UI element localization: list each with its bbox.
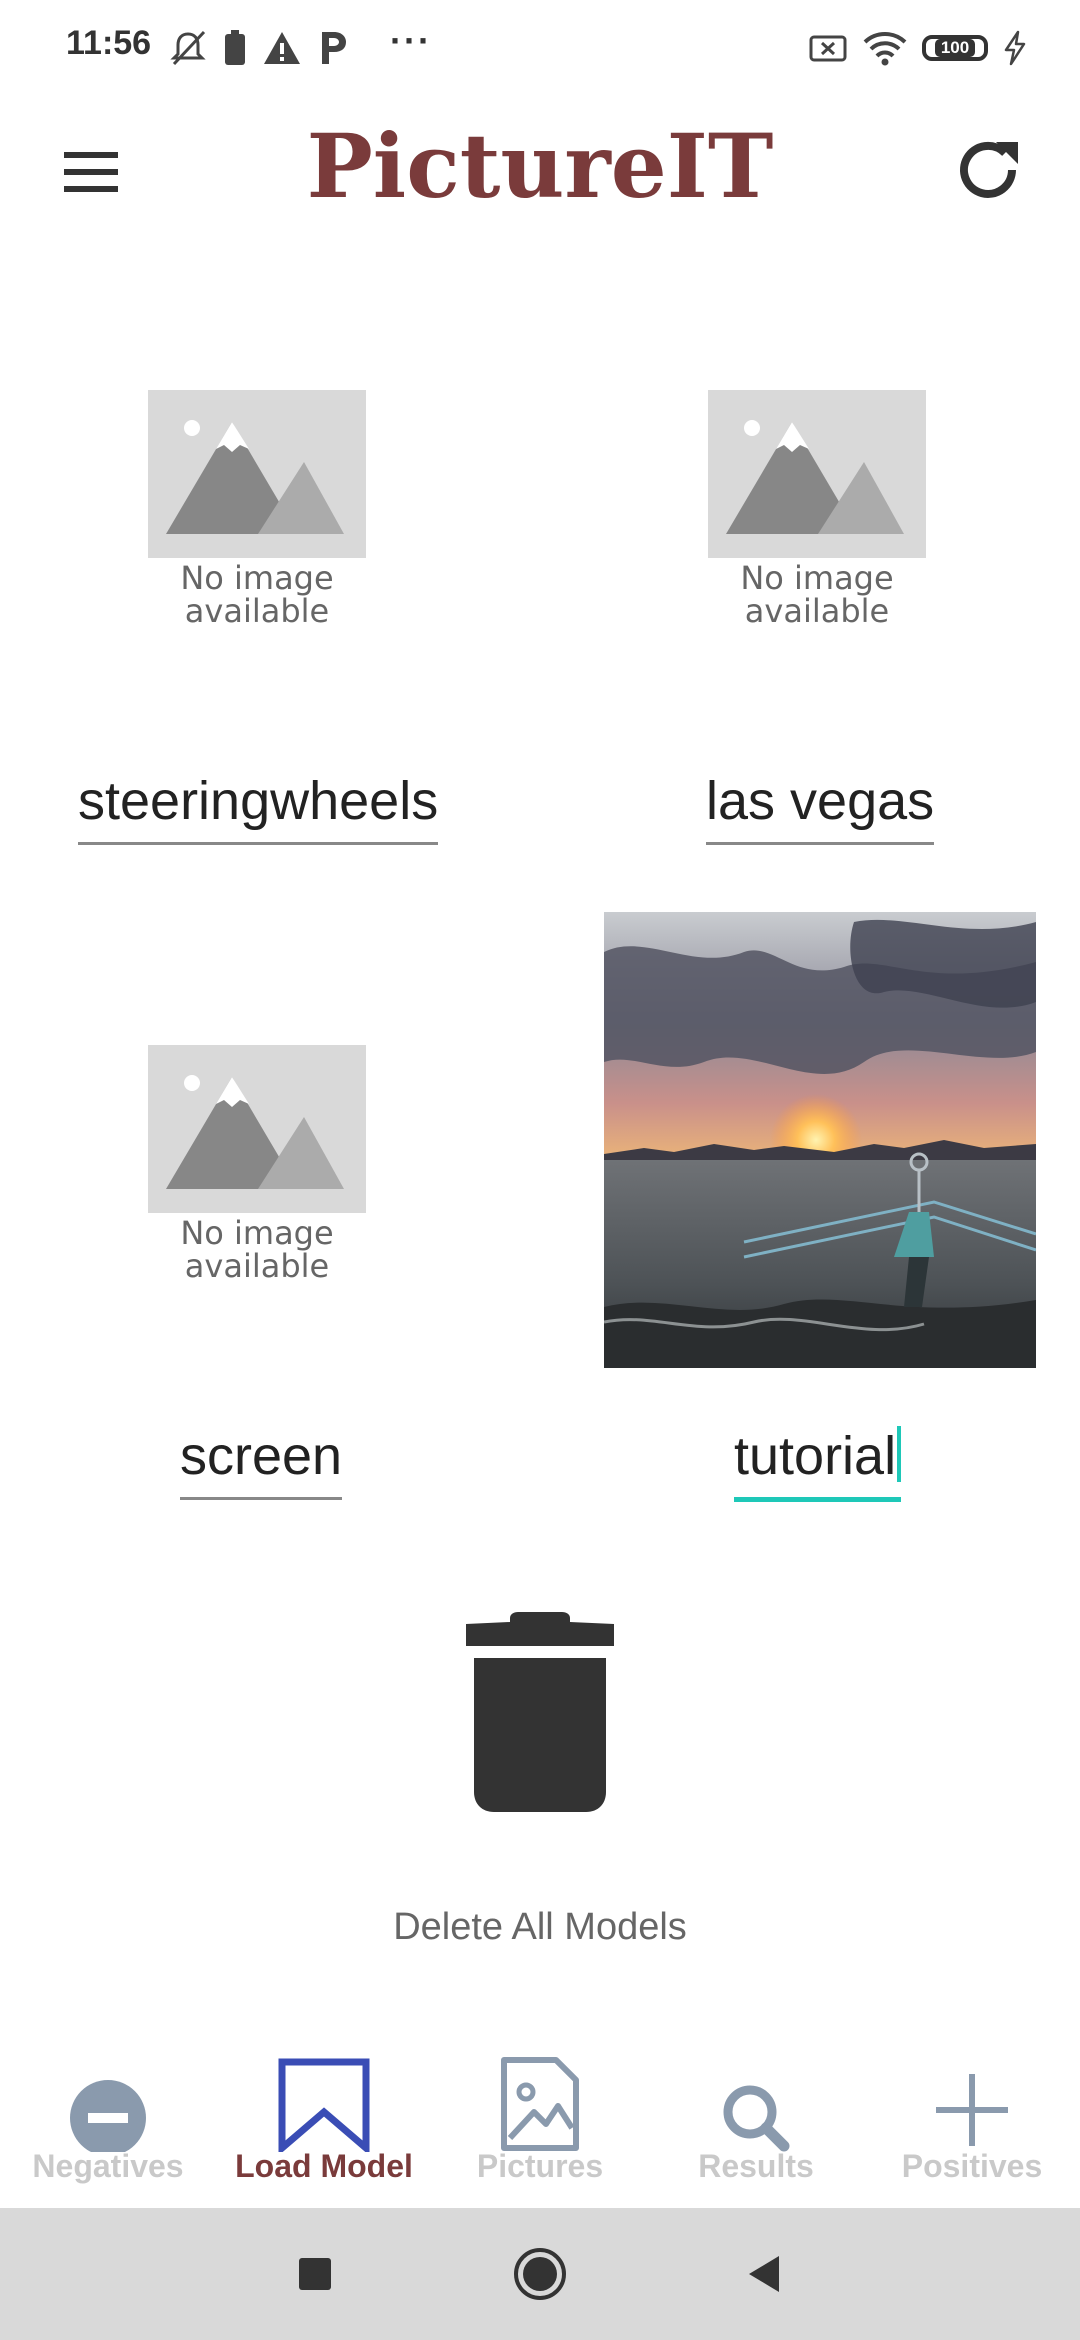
bottom-navigation: Negatives Load Model Pictures Results Po… bbox=[0, 2036, 1080, 2211]
minus-circle-icon bbox=[70, 2080, 146, 2152]
nav-label: Negatives bbox=[32, 2148, 184, 2184]
model-name-field[interactable]: las vegas bbox=[706, 770, 935, 845]
trash-icon bbox=[466, 1612, 614, 1812]
refresh-button[interactable] bbox=[950, 132, 1026, 208]
status-right-icons: 100 bbox=[808, 26, 1028, 70]
nav-tab-results[interactable]: Results bbox=[648, 2036, 864, 2208]
model-thumbnail-photo[interactable] bbox=[604, 912, 1036, 1368]
mute-icon bbox=[170, 30, 206, 66]
no-image-icon bbox=[148, 390, 366, 558]
status-bar: 11:56 ··· 100 bbox=[0, 0, 1080, 96]
model-name-field[interactable]: screen bbox=[180, 1425, 343, 1500]
no-image-text: No image available bbox=[180, 559, 334, 630]
text-cursor bbox=[897, 1426, 902, 1482]
back-triangle-icon[interactable] bbox=[735, 2244, 795, 2304]
delete-all-models-label[interactable]: Delete All Models bbox=[0, 1906, 1080, 1949]
status-time: 11:56 bbox=[66, 24, 152, 62]
nav-label: Load Model bbox=[235, 2148, 413, 2184]
battery-saver-icon bbox=[225, 30, 245, 65]
parking-icon bbox=[322, 32, 346, 64]
app-bar: PictureIT bbox=[0, 96, 1080, 246]
app-title: PictureIT bbox=[306, 114, 774, 218]
nav-tab-positives[interactable]: Positives bbox=[864, 2036, 1080, 2208]
model-name-field-focused[interactable]: tutorial bbox=[734, 1425, 902, 1502]
nav-label: Results bbox=[698, 2148, 814, 2184]
nav-label: Pictures bbox=[476, 2148, 604, 2184]
status-overflow-dots: ··· bbox=[390, 20, 432, 61]
model-name-field[interactable]: steeringwheels bbox=[78, 770, 439, 845]
search-icon bbox=[723, 2085, 790, 2152]
battery-icon: 100 bbox=[922, 35, 988, 61]
model-thumbnail-placeholder[interactable]: No image available bbox=[707, 390, 927, 628]
plus-icon bbox=[936, 2074, 1008, 2146]
image-file-icon bbox=[501, 2057, 579, 2151]
system-navigation-bar bbox=[0, 2208, 1080, 2340]
wifi-icon bbox=[863, 32, 907, 66]
no-image-icon bbox=[148, 1045, 366, 1213]
no-image-text: No image available bbox=[180, 1214, 334, 1285]
model-thumbnail-placeholder[interactable]: No image available bbox=[147, 1045, 367, 1283]
no-sim-icon bbox=[809, 35, 847, 62]
nav-tab-pictures[interactable]: Pictures bbox=[432, 2036, 648, 2208]
model-thumbnail-placeholder[interactable]: No image available bbox=[147, 390, 367, 628]
status-left-icons bbox=[168, 26, 348, 70]
home-circle-icon[interactable] bbox=[510, 2244, 570, 2304]
bookmark-icon bbox=[278, 2058, 370, 2152]
charging-icon bbox=[1004, 30, 1026, 66]
recents-square-icon[interactable] bbox=[285, 2244, 345, 2304]
warning-icon bbox=[264, 32, 300, 64]
delete-all-button[interactable] bbox=[464, 1612, 616, 1812]
nav-tab-negatives[interactable]: Negatives bbox=[0, 2036, 216, 2208]
refresh-icon bbox=[960, 141, 1018, 198]
nav-label: Positives bbox=[901, 2148, 1043, 2184]
battery-level: 100 bbox=[934, 39, 976, 57]
nav-tab-load-model[interactable]: Load Model bbox=[216, 2036, 432, 2208]
no-image-icon bbox=[708, 390, 926, 558]
no-image-text: No image available bbox=[740, 559, 894, 630]
